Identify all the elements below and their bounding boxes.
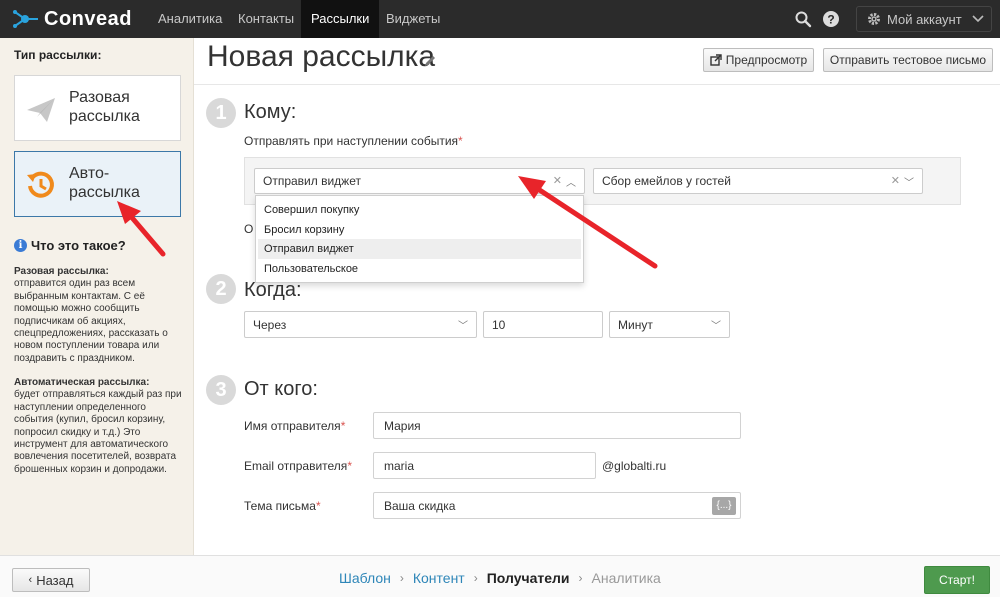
subject-label: Тема письма* [244, 499, 321, 513]
logo[interactable]: Convead [12, 6, 132, 32]
chevron-right-icon: › [473, 571, 478, 585]
sender-email-value: maria [384, 458, 415, 473]
subject-value: Ваша скидка [384, 498, 456, 513]
sender-email-input[interactable]: maria [373, 452, 596, 479]
logo-icon [13, 10, 38, 28]
delay-amount-input[interactable]: 10 [483, 311, 603, 338]
insert-variable-button[interactable]: {...} [712, 497, 736, 515]
back-label: Назад [36, 572, 74, 588]
step-number-3: 3 [206, 375, 236, 405]
nav-mailings[interactable]: Рассылки [301, 0, 380, 38]
help-auto-title: Автоматическая рассылка: [14, 377, 150, 388]
help-auto-text: будет отправляться каждый раз при наступ… [14, 389, 182, 475]
gear-icon [868, 13, 880, 25]
paper-plane-icon [27, 98, 55, 122]
dropdown-option-purchase[interactable]: Совершил покупку [258, 200, 581, 220]
breadcrumb-recipients: Получатели [486, 570, 570, 586]
breadcrumb-analytics: Аналитика [591, 570, 661, 586]
type-card-auto-label: Авто-рассылка [69, 165, 140, 201]
subject-label-text: Тема письма [244, 499, 316, 513]
dropdown-option-cart[interactable]: Бросил корзину [258, 220, 581, 240]
clear-icon[interactable]: ✕ [891, 174, 900, 187]
what-is-it-label: Что это такое? [31, 238, 126, 253]
delay-mode-select[interactable]: Через ﹀ [244, 311, 477, 338]
help-single: Разовая рассылка: отправится один раз вс… [14, 266, 186, 365]
sender-name-value: Мария [384, 418, 421, 433]
step-title-when: Когда: [244, 279, 302, 301]
breadcrumb-template[interactable]: Шаблон [339, 570, 391, 586]
auto-timer-icon [27, 171, 54, 198]
chevron-up-icon[interactable]: ︿ [566, 174, 576, 189]
sender-name-label: Имя отправителя* [244, 419, 346, 433]
event-label: Отправлять при наступлении события* [244, 134, 463, 148]
logo-text: Convead [44, 7, 132, 30]
sender-email-label-text: Email отправителя [244, 459, 348, 473]
type-card-single[interactable]: Разовая рассылка [14, 75, 181, 141]
back-button[interactable]: ‹ Назад [12, 568, 90, 592]
sidebar: Тип рассылки: Разовая рассылка Авто-расс… [0, 38, 194, 555]
delay-unit-value: Минут [618, 317, 653, 332]
external-link-icon [710, 54, 722, 66]
dropdown-option-custom[interactable]: Пользовательское [258, 259, 581, 279]
help-auto: Автоматическая рассылка: будет отправлят… [14, 377, 186, 476]
obscured-text: О [244, 222, 254, 236]
event-select[interactable]: Отправил виджет ✕ ︿ [254, 168, 585, 194]
sender-email-label: Email отправителя* [244, 459, 352, 473]
chevron-left-icon: ‹ [28, 574, 33, 586]
send-test-button[interactable]: Отправить тестовое письмо [823, 48, 993, 72]
account-label: Мой аккаунт [887, 11, 962, 27]
chevron-down-icon: ﹀ [711, 321, 721, 332]
email-domain: @globalti.ru [602, 459, 667, 473]
account-menu[interactable]: Мой аккаунт [856, 6, 992, 32]
sidebar-title: Тип рассылки: [14, 48, 102, 62]
sender-name-label-text: Имя отправителя [244, 419, 341, 433]
info-icon: i [14, 239, 27, 252]
nav-analytics[interactable]: Аналитика [148, 0, 232, 38]
what-is-it-heading: i Что это такое? [14, 238, 126, 253]
clear-icon[interactable]: ✕ [553, 174, 562, 187]
step-title-from: От кого: [244, 378, 318, 400]
chevron-down-icon[interactable]: ﹀ [904, 174, 914, 189]
step-number-1: 1 [206, 98, 236, 128]
sender-name-input[interactable]: Мария [373, 412, 741, 439]
step-title-who: Кому: [244, 101, 297, 123]
event-dropdown: Совершил покупку Бросил корзину Отправил… [255, 195, 584, 283]
chevron-down-icon [972, 15, 984, 23]
svg-text:?: ? [827, 13, 834, 27]
subject-input[interactable]: Ваша скидка {...} [373, 492, 741, 519]
dropdown-option-widget[interactable]: Отправил виджет [258, 239, 581, 259]
chevron-down-icon: ﹀ [458, 321, 468, 332]
nav-widgets[interactable]: Виджеты [376, 0, 450, 38]
widget-select-value: Сбор емейлов у гостей [602, 174, 731, 188]
header-divider [194, 84, 1000, 85]
breadcrumb: Шаблон › Контент › Получатели › Аналитик… [339, 570, 661, 586]
chevron-right-icon: › [578, 571, 583, 585]
preview-button[interactable]: Предпросмотр [703, 48, 814, 72]
chevron-right-icon: › [399, 571, 404, 585]
event-select-value: Отправил виджет [263, 174, 361, 188]
widget-select[interactable]: Сбор емейлов у гостей ✕ ﹀ [593, 168, 923, 194]
search-icon[interactable] [794, 10, 812, 28]
preview-label: Предпросмотр [725, 53, 808, 67]
breadcrumb-content[interactable]: Контент [413, 570, 465, 586]
delay-mode-value: Через [253, 317, 287, 332]
event-label-text: Отправлять при наступлении события [244, 134, 459, 148]
page-title: Новая рассылка [207, 40, 436, 73]
help-single-text: отправится один раз всем выбранным конта… [14, 278, 168, 364]
nav-contacts[interactable]: Контакты [228, 0, 304, 38]
pencil-icon[interactable] [424, 55, 436, 67]
type-card-auto[interactable]: Авто-рассылка [14, 151, 181, 217]
step-number-2: 2 [206, 274, 236, 304]
type-card-single-label: Разовая рассылка [69, 89, 140, 125]
help-icon[interactable]: ? [822, 10, 840, 28]
top-navbar: Convead Аналитика Контакты Рассылки Видж… [0, 0, 1000, 38]
start-button[interactable]: Старт! [924, 566, 990, 594]
footer-bar: ‹ Назад Шаблон › Контент › Получатели › … [0, 555, 1000, 597]
help-single-title: Разовая рассылка: [14, 266, 109, 277]
delay-amount-value: 10 [492, 317, 506, 332]
delay-unit-select[interactable]: Минут ﹀ [609, 311, 730, 338]
